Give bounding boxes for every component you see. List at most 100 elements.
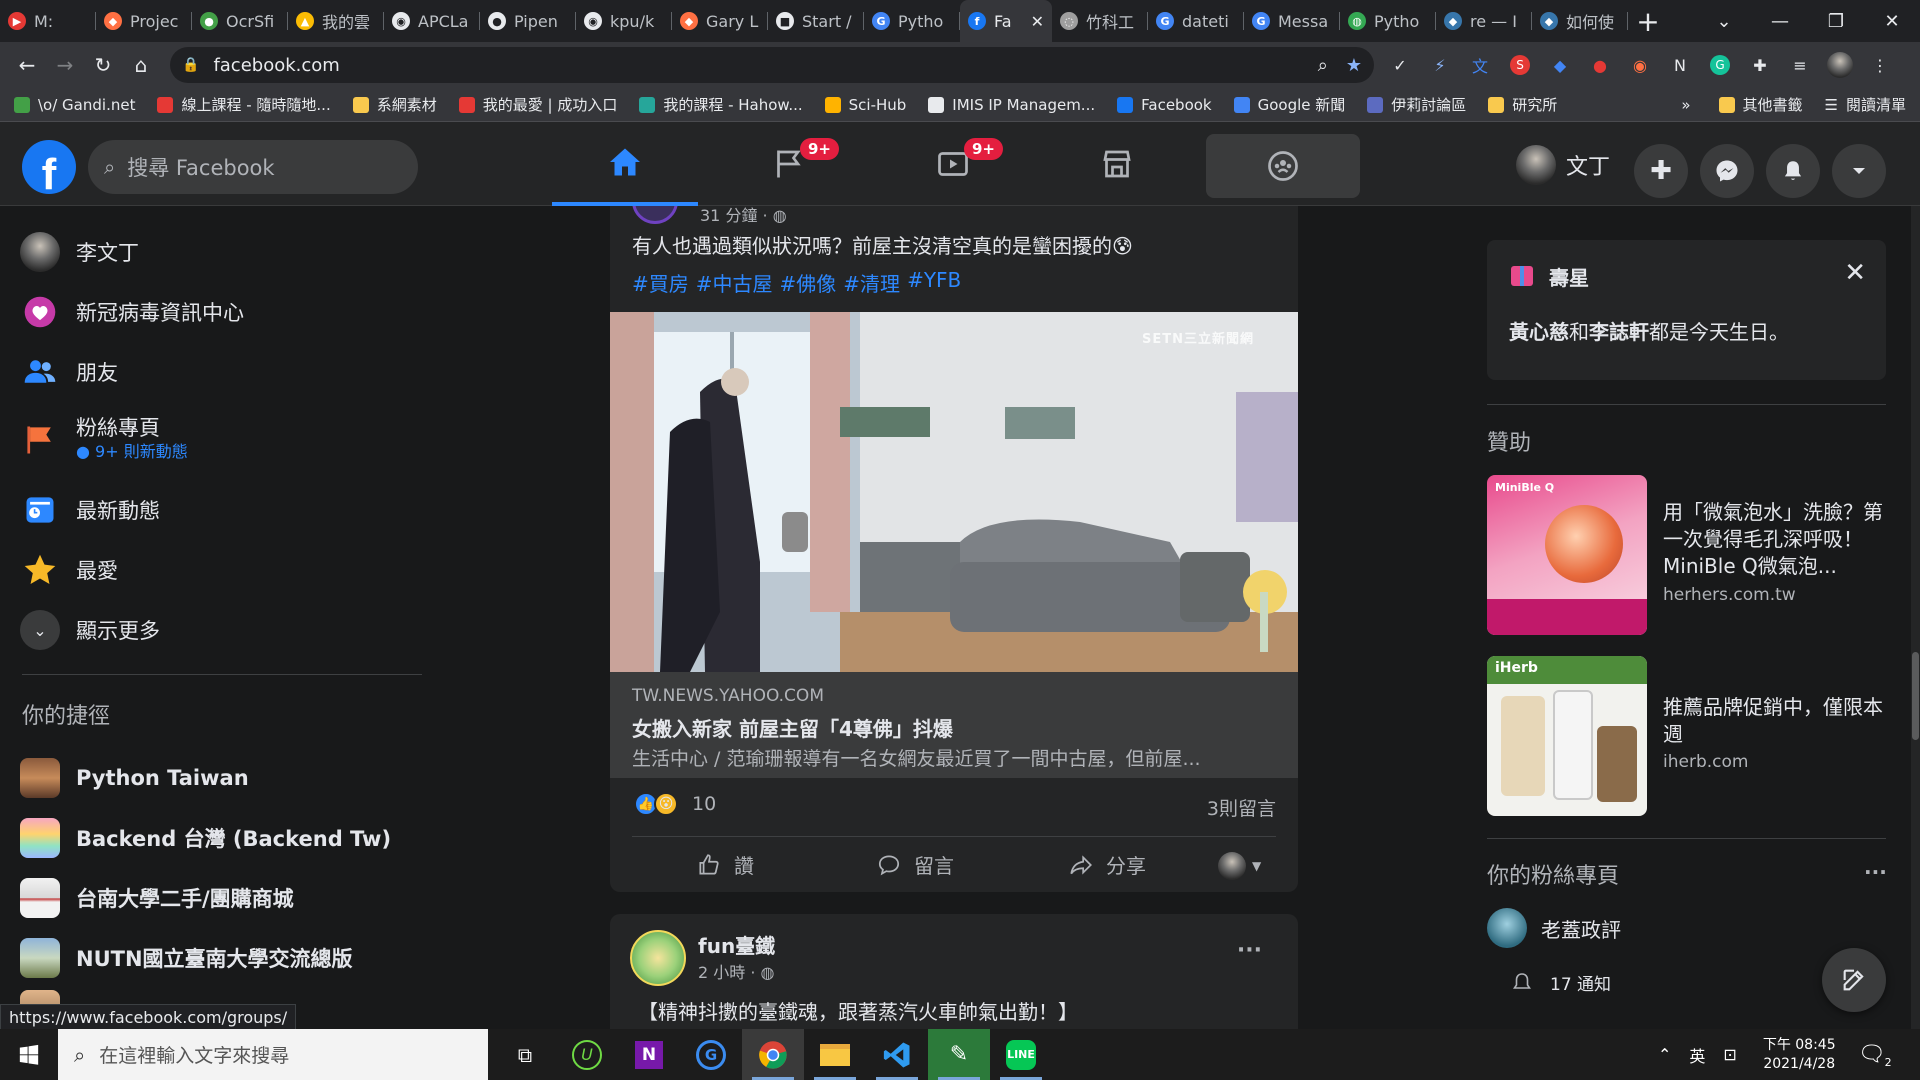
puzzle-extensions-icon[interactable]: ✚ — [1746, 51, 1774, 79]
grammarly-extension-icon[interactable]: G — [1706, 51, 1734, 79]
pen-app[interactable]: ✎ — [928, 1029, 990, 1080]
grammarly-app[interactable]: G — [680, 1029, 742, 1080]
page-scrollbar[interactable] — [1911, 206, 1920, 1029]
clock[interactable]: 下午 08:45 2021/4/28 — [1763, 1036, 1836, 1074]
bookmark-star-icon[interactable]: ★ — [1346, 55, 1362, 76]
hashtag-link[interactable]: #YFB — [907, 268, 961, 297]
page-notifications[interactable]: 17 通知 — [1510, 970, 1611, 995]
new-message-button[interactable] — [1822, 948, 1886, 1012]
messenger-button[interactable] — [1700, 144, 1754, 198]
close-window-button[interactable]: ✕ — [1864, 0, 1920, 42]
sponsored-ad[interactable]: iHerb 推薦品牌促銷中，僅限本週 iherb.com — [1487, 656, 1886, 816]
forward-button[interactable]: → — [48, 48, 82, 82]
checkmark-extension-icon[interactable]: ✓ — [1386, 51, 1414, 79]
post-author-name[interactable]: fun臺鐵 — [698, 930, 775, 959]
ime-indicator[interactable]: 英 — [1689, 1043, 1705, 1067]
browser-tab[interactable]: ■ Start / — [768, 0, 864, 42]
sidebar-item-covid[interactable]: 新冠病毒資訊中心 — [20, 284, 244, 340]
minimize-button[interactable]: — — [1752, 0, 1808, 42]
tab-close-icon[interactable]: ✕ — [1031, 12, 1044, 31]
comment-button[interactable]: 留言 — [876, 850, 954, 879]
bookmark-item[interactable]: Sci-Hub — [824, 96, 906, 114]
share-button[interactable]: 分享 — [1068, 850, 1146, 879]
chrome-app[interactable] — [742, 1029, 804, 1080]
comment-count[interactable]: 3則留言 — [1207, 794, 1276, 821]
post-author-avatar[interactable] — [632, 206, 678, 224]
task-view-button[interactable]: ⧉ — [494, 1029, 556, 1080]
reload-button[interactable]: ↻ — [86, 48, 120, 82]
nav-marketplace-tab[interactable] — [1044, 122, 1190, 206]
browser-tab[interactable]: G Messa — [1244, 0, 1340, 42]
bookmark-item[interactable]: 我的最愛 | 成功入口 — [458, 94, 617, 115]
browser-tab[interactable]: ◆ Projec — [96, 0, 192, 42]
browser-tab[interactable]: Gdateti — [1148, 0, 1244, 42]
create-button[interactable]: ✚ — [1634, 144, 1688, 198]
shortcut-item[interactable]: 台南大學二手/團購商城 — [20, 870, 294, 926]
sidebar-item-favorites[interactable]: 最愛 — [20, 542, 118, 598]
diamond-extension-icon[interactable]: ◆ — [1546, 51, 1574, 79]
line-app[interactable]: LINE — [990, 1029, 1052, 1080]
nav-home-tab[interactable] — [552, 122, 698, 206]
like-button[interactable]: 讚 — [696, 850, 754, 879]
ime-mode-icon[interactable]: ⊡ — [1723, 1045, 1736, 1064]
address-bar[interactable]: 🔒 facebook.com ⌕ ★ — [170, 47, 1374, 83]
post-options-button[interactable]: ··· — [1237, 938, 1262, 963]
sidebar-item-pages[interactable]: 粉絲專頁 ● 9+ 則新動態 — [20, 412, 188, 468]
sidebar-item-show-more[interactable]: ⌄ 顯示更多 — [20, 602, 160, 658]
file-explorer-app[interactable] — [804, 1029, 866, 1080]
hashtag-link[interactable]: #中古屋 — [696, 268, 773, 297]
hashtag-link[interactable]: #清理 — [843, 268, 900, 297]
fire-extension-icon[interactable]: ◉ — [1626, 51, 1654, 79]
notion-extension-icon[interactable]: N — [1666, 51, 1694, 79]
shortcut-item[interactable]: NUTN國立臺南大學交流總版 — [20, 930, 353, 986]
browser-tab[interactable]: G Pytho — [864, 0, 960, 42]
action-center-button[interactable]: 🗨 2 — [1858, 1042, 1892, 1069]
new-tab-button[interactable]: + — [1628, 0, 1668, 42]
your-page-item[interactable]: 老蓋政評 — [1487, 908, 1621, 948]
scrollbar-thumb[interactable] — [1912, 652, 1919, 740]
record-extension-icon[interactable]: ● — [1586, 51, 1614, 79]
facebook-search-input[interactable]: ⌕ 搜尋 Facebook — [88, 140, 418, 194]
bookmark-item[interactable]: Facebook — [1117, 96, 1212, 114]
sidebar-item-profile[interactable]: 李文丁 — [20, 224, 139, 280]
media-queue-icon[interactable]: ≡ — [1786, 51, 1814, 79]
post-author-avatar[interactable] — [630, 930, 686, 986]
tab-search-button[interactable]: ⌄ — [1696, 0, 1752, 42]
home-button[interactable]: ⌂ — [124, 48, 158, 82]
bolt-extension-icon[interactable]: ⚡ — [1426, 51, 1454, 79]
browser-tab[interactable]: f Fa ✕ — [960, 0, 1052, 42]
start-button[interactable] — [0, 1029, 58, 1080]
browser-tab[interactable]: ◆ Gary L — [672, 0, 768, 42]
windows-search-input[interactable]: ⌕ 在這裡輸入文字來搜尋 — [58, 1029, 488, 1080]
bookmark-item[interactable]: Google 新聞 — [1233, 94, 1345, 115]
shortcut-item[interactable]: Python Taiwan — [20, 750, 249, 806]
translate-extension-icon[interactable]: 文 — [1466, 51, 1494, 79]
link-preview-meta[interactable]: TW.NEWS.YAHOO.COM 女搬入新家 前屋主留「4尊佛」抖爆 生活中心… — [610, 672, 1298, 778]
browser-tab[interactable]: ◍ Pytho — [1340, 0, 1436, 42]
your-pages-options[interactable]: ··· — [1864, 860, 1887, 884]
close-icon[interactable]: ✕ — [1844, 258, 1866, 288]
birthday-person[interactable]: 李誌軒 — [1589, 320, 1649, 344]
browser-tab[interactable]: ◆ re — I — [1436, 0, 1532, 42]
shortcut-item[interactable]: Backend 台灣 (Backend Tw) — [20, 810, 391, 866]
nav-pages-tab[interactable]: 9+ — [716, 122, 862, 206]
sidebar-item-friends[interactable]: 朋友 — [20, 344, 118, 400]
facebook-logo[interactable]: f — [22, 140, 76, 194]
chrome-menu-icon[interactable]: ⋮ — [1866, 51, 1894, 79]
bookmark-item[interactable]: 線上課程 - 隨時隨地... — [157, 94, 331, 115]
link-preview-image[interactable]: SETN三立新聞網 — [610, 312, 1298, 672]
profile-button[interactable]: 文丁 — [1516, 144, 1610, 186]
browser-tab[interactable]: ● OcrSfi — [192, 0, 288, 42]
bookmarks-overflow-button[interactable]: » — [1681, 96, 1690, 114]
bookmark-item[interactable]: IMIS IP Managem... — [928, 96, 1095, 114]
browser-tab[interactable]: ◉ kpu/k — [576, 0, 672, 42]
back-button[interactable]: ← — [10, 48, 44, 82]
profile-avatar-icon[interactable] — [1826, 51, 1854, 79]
reading-list-button[interactable]: ☰ 閱讀清單 — [1825, 94, 1906, 115]
upwork-app[interactable]: U — [556, 1029, 618, 1080]
other-bookmarks-folder[interactable]: 其他書籤 — [1718, 94, 1803, 115]
hashtag-link[interactable]: #買房 — [632, 268, 689, 297]
maximize-button[interactable]: ❐ — [1808, 0, 1864, 42]
bookmark-item[interactable]: 伊莉討論區 — [1367, 94, 1466, 115]
nav-watch-tab[interactable]: 9+ — [880, 122, 1026, 206]
